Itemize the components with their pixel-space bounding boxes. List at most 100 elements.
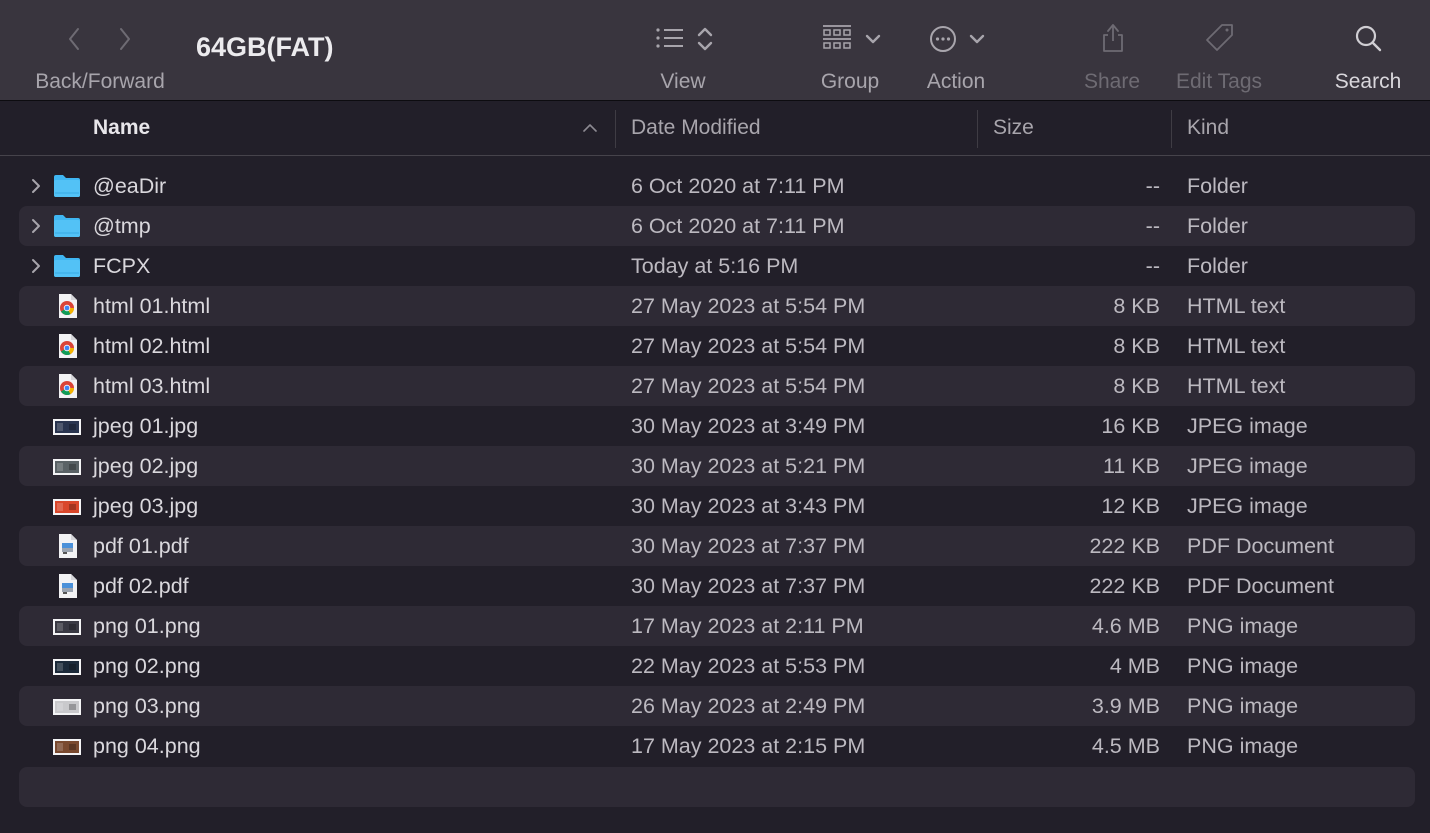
file-size: 222 KB [1089,574,1160,598]
sort-ascending-icon[interactable] [582,122,598,134]
image-thumbnail-icon [52,413,82,439]
pdf-document-icon [52,533,82,559]
file-row[interactable]: jpeg 02.jpg 30 May 2023 at 5:21 PM 11 KB JP… [19,446,1415,486]
file-row[interactable]: html 03.html 27 May 2023 at 5:54 PM 8 KB HT… [19,366,1415,406]
view-label: View [660,70,706,93]
file-date-modified: 6 Oct 2020 at 7:11 PM [631,214,845,238]
file-kind: PNG image [1187,734,1299,758]
file-row[interactable]: pdf 02.pdf 30 May 2023 at 7:37 PM 222 KB PD… [19,566,1415,606]
file-name: jpeg 01.jpg [93,414,199,438]
file-name: FCPX [93,254,151,278]
file-size: 222 KB [1089,534,1160,558]
back-forward-label: Back/Forward [35,70,165,93]
group-grid-icon [823,25,851,49]
file-kind: PDF Document [1187,534,1334,558]
folder-icon [52,253,82,279]
file-name: @eaDir [93,174,167,198]
file-size: 4.6 MB [1091,614,1160,638]
file-row[interactable]: FCPX Today at 5:16 PM -- Folder [19,246,1415,286]
up-down-chevron-icon [697,27,713,51]
image-thumbnail-icon [52,693,82,719]
image-thumbnail-icon [52,733,82,759]
file-kind: JPEG image [1187,454,1308,478]
file-kind: HTML text [1187,374,1286,398]
disclosure-chevron-icon[interactable] [31,178,41,194]
disclosure-chevron-icon[interactable] [31,258,41,274]
file-name: html 01.html [93,294,211,318]
disclosure-chevron-icon[interactable] [31,218,41,234]
chevron-right-icon [120,28,130,50]
folder-icon [52,173,82,199]
file-date-modified: 17 May 2023 at 2:15 PM [631,734,866,758]
file-row[interactable]: png 04.png 17 May 2023 at 2:15 PM 4.5 MB PN… [19,726,1415,766]
file-date-modified: 26 May 2023 at 2:49 PM [631,694,866,718]
file-row[interactable]: png 01.png 17 May 2023 at 2:11 PM 4.6 MB PN… [19,606,1415,646]
column-divider[interactable] [977,110,978,148]
edit-tags-label: Edit Tags [1176,70,1262,93]
file-date-modified: 6 Oct 2020 at 7:11 PM [631,174,845,198]
column-divider[interactable] [615,110,616,148]
file-row[interactable]: @eaDir 6 Oct 2020 at 7:11 PM -- Folder [19,166,1415,206]
file-kind: PNG image [1187,654,1299,678]
list-view-icon [656,28,683,48]
file-date-modified: 27 May 2023 at 5:54 PM [631,334,866,358]
file-size: -- [1145,214,1160,238]
column-divider[interactable] [1171,110,1172,148]
file-date-modified: 30 May 2023 at 7:37 PM [631,574,866,598]
file-size: 8 KB [1113,294,1160,318]
file-name: @tmp [93,214,151,238]
column-kind-header[interactable]: Kind [1187,116,1229,140]
file-size: 12 KB [1101,494,1160,518]
file-date-modified: 27 May 2023 at 5:54 PM [631,294,866,318]
group-label: Group [820,70,880,93]
action-label: Action [926,70,986,93]
chrome-html-icon [52,293,82,319]
file-name: png 04.png [93,734,201,758]
file-kind: Folder [1187,254,1248,278]
toolbar: Back/Forward 64GB(FAT) View Group Action… [0,0,1430,101]
column-date-header[interactable]: Date Modified [631,116,761,140]
file-kind: JPEG image [1187,414,1308,438]
file-row[interactable]: html 02.html 27 May 2023 at 5:54 PM 8 KB HT… [19,326,1415,366]
file-date-modified: 17 May 2023 at 2:11 PM [631,614,864,638]
file-kind: PDF Document [1187,574,1334,598]
file-size: 8 KB [1113,334,1160,358]
ellipsis-circle-icon [930,26,956,52]
image-thumbnail-icon [52,653,82,679]
folder-icon [52,213,82,239]
file-date-modified: 30 May 2023 at 3:49 PM [631,414,866,438]
chevron-down-icon [969,34,985,44]
file-date-modified: 30 May 2023 at 7:37 PM [631,534,866,558]
file-row[interactable]: html 01.html 27 May 2023 at 5:54 PM 8 KB HT… [19,286,1415,326]
file-name: pdf 01.pdf [93,534,189,558]
chrome-html-icon [52,333,82,359]
file-row[interactable]: jpeg 01.jpg 30 May 2023 at 3:49 PM 16 KB JP… [19,406,1415,446]
image-thumbnail-icon [52,613,82,639]
file-row[interactable]: png 03.png 26 May 2023 at 2:49 PM 3.9 MB PN… [19,686,1415,726]
search-label: Search [1334,70,1402,93]
file-size: -- [1145,254,1160,278]
file-kind: Folder [1187,214,1248,238]
file-size: 11 KB [1103,454,1160,478]
file-name: html 03.html [93,374,211,398]
chevron-down-icon [865,34,881,44]
empty-row [19,767,1415,807]
file-size: 16 KB [1101,414,1160,438]
file-name: jpeg 02.jpg [93,454,199,478]
file-row[interactable]: @tmp 6 Oct 2020 at 7:11 PM -- Folder [19,206,1415,246]
file-kind: HTML text [1187,334,1286,358]
file-name: html 02.html [93,334,211,358]
file-date-modified: 30 May 2023 at 5:21 PM [631,454,866,478]
file-date-modified: 27 May 2023 at 5:54 PM [631,374,866,398]
column-size-header[interactable]: Size [993,116,1034,140]
file-kind: PNG image [1187,614,1299,638]
file-row[interactable]: jpeg 03.jpg 30 May 2023 at 3:43 PM 12 KB JP… [19,486,1415,526]
file-size: 3.9 MB [1091,694,1160,718]
file-size: 8 KB [1113,374,1160,398]
file-row[interactable]: png 02.png 22 May 2023 at 5:53 PM 4 MB PNG … [19,646,1415,686]
file-date-modified: 22 May 2023 at 5:53 PM [631,654,866,678]
file-kind: HTML text [1187,294,1286,318]
image-thumbnail-icon [52,453,82,479]
file-row[interactable]: pdf 01.pdf 30 May 2023 at 7:37 PM 222 KB PD… [19,526,1415,566]
column-name-header[interactable]: Name [93,116,150,140]
